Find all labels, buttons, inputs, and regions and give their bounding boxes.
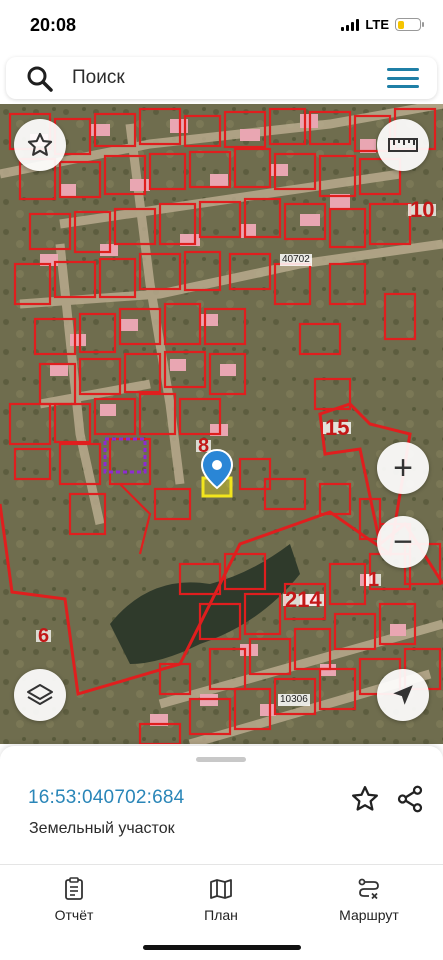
map-label-block: 40702 bbox=[280, 254, 312, 266]
tab-report[interactable]: Отчёт bbox=[19, 877, 129, 923]
ruler-icon bbox=[388, 138, 418, 152]
tab-label: Отчёт bbox=[54, 907, 94, 923]
map-label-number: 8 bbox=[196, 435, 212, 457]
star-icon bbox=[27, 132, 53, 156]
map-label-number: 10 bbox=[408, 197, 437, 222]
layers-icon bbox=[27, 684, 53, 705]
locate-button[interactable] bbox=[377, 669, 429, 721]
tab-label: План bbox=[204, 907, 238, 923]
search-input[interactable]: Поиск bbox=[72, 67, 125, 89]
zoom-in-button[interactable]: + bbox=[377, 442, 429, 494]
tab-plan[interactable]: План bbox=[166, 877, 276, 923]
map-label-block: 10306 bbox=[278, 694, 310, 706]
star-icon[interactable] bbox=[350, 784, 380, 814]
layers-button[interactable] bbox=[14, 669, 66, 721]
hamburger-menu-icon[interactable] bbox=[387, 68, 419, 88]
map-label-number: 15 bbox=[323, 415, 352, 440]
parcel-info-sheet[interactable]: 16:53:040702:684 Земельный участок bbox=[0, 746, 443, 864]
status-bar: 20:08 LTE bbox=[0, 0, 443, 52]
plus-icon: + bbox=[393, 449, 413, 487]
home-indicator[interactable] bbox=[143, 945, 301, 950]
map-label-number: 6 bbox=[36, 625, 52, 647]
cadastral-number[interactable]: 16:53:040702:684 bbox=[28, 787, 184, 809]
map-label-number: 1 bbox=[366, 569, 382, 591]
ruler-button[interactable] bbox=[377, 119, 429, 171]
tab-label: Маршрут bbox=[339, 907, 399, 923]
report-icon bbox=[65, 877, 83, 900]
map-label-number: 214 bbox=[283, 587, 324, 612]
network-type: LTE bbox=[365, 17, 389, 32]
map-view[interactable]: 40702 10306 8 10 15 214 6 1 + − bbox=[0, 104, 443, 744]
search-icon[interactable] bbox=[26, 65, 54, 93]
map-icon bbox=[210, 879, 232, 899]
status-indicators: LTE bbox=[341, 17, 424, 32]
status-time: 20:08 bbox=[30, 15, 77, 35]
tab-route[interactable]: Маршрут bbox=[314, 877, 424, 923]
favorite-button[interactable] bbox=[14, 119, 66, 171]
parcel-type: Земельный участок bbox=[29, 820, 175, 837]
route-icon bbox=[358, 878, 379, 900]
signal-icon bbox=[341, 18, 360, 31]
search-bar[interactable]: Поиск bbox=[6, 57, 437, 99]
battery-icon bbox=[395, 18, 424, 31]
map-canvas[interactable] bbox=[0, 104, 443, 744]
minus-icon: − bbox=[393, 523, 413, 561]
share-icon[interactable] bbox=[395, 784, 425, 814]
sheet-grabber[interactable] bbox=[196, 757, 246, 762]
location-arrow-icon bbox=[393, 685, 413, 705]
zoom-out-button[interactable]: − bbox=[377, 516, 429, 568]
